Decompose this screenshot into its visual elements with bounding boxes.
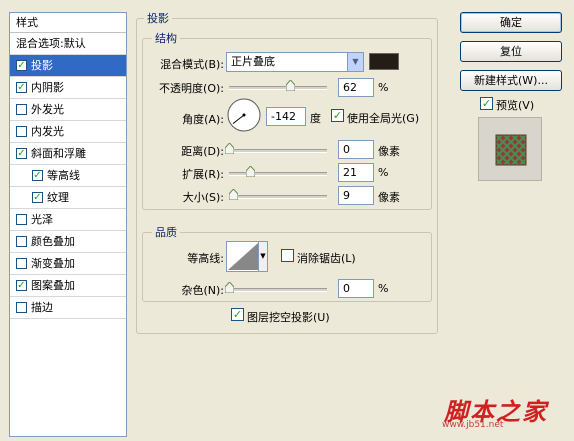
contour-label: 等高线: xyxy=(187,252,224,265)
new-style-button[interactable]: 新建样式(W)... xyxy=(460,70,562,91)
blend-mode-select[interactable]: 正片叠底 ▼ xyxy=(226,52,364,72)
style-item-checkbox[interactable] xyxy=(16,214,27,225)
style-item-label: 渐变叠加 xyxy=(31,257,75,270)
style-item[interactable]: 描边 xyxy=(10,297,126,319)
opacity-input[interactable]: 62 xyxy=(338,78,374,97)
preview-label: 预览(V) xyxy=(496,99,535,112)
style-item-checkbox[interactable]: ✓ xyxy=(16,60,27,71)
style-item[interactable]: 外发光 xyxy=(10,99,126,121)
style-item[interactable]: 混合选项:默认 xyxy=(10,33,126,55)
styles-list-header: 样式 xyxy=(10,13,126,33)
style-item-label: 图案叠加 xyxy=(31,279,75,292)
style-preview-swatch xyxy=(495,134,527,166)
antialias-checkbox[interactable] xyxy=(281,249,294,262)
quality-title: 品质 xyxy=(152,224,180,240)
style-item-label: 混合选项:默认 xyxy=(16,37,86,50)
style-item-checkbox[interactable] xyxy=(16,104,27,115)
noise-slider-thumb[interactable] xyxy=(225,282,234,293)
spread-label: 扩展(R): xyxy=(182,168,224,181)
reset-button[interactable]: 复位 xyxy=(460,41,562,62)
style-item-label: 等高线 xyxy=(47,169,80,182)
style-preview-box xyxy=(478,117,542,181)
contour-preview-icon xyxy=(228,243,258,270)
global-light-checkbox[interactable]: ✓ xyxy=(331,109,344,122)
size-label: 大小(S): xyxy=(182,191,224,204)
style-item-label: 投影 xyxy=(31,59,53,72)
noise-input[interactable]: 0 xyxy=(338,279,374,298)
distance-slider[interactable] xyxy=(229,149,327,153)
blend-mode-value: 正片叠底 xyxy=(231,55,275,68)
structure-title: 结构 xyxy=(152,30,180,46)
angle-input[interactable]: -142 xyxy=(266,107,306,126)
style-item-checkbox[interactable]: ✓ xyxy=(16,280,27,291)
style-item[interactable]: 颜色叠加 xyxy=(10,231,126,253)
angle-dial[interactable] xyxy=(226,97,262,133)
size-input[interactable]: 9 xyxy=(338,186,374,205)
knockout-checkbox[interactable]: ✓ xyxy=(231,308,244,321)
style-item-label: 颜色叠加 xyxy=(31,235,75,248)
opacity-slider[interactable] xyxy=(229,86,327,90)
shadow-color-swatch[interactable] xyxy=(369,53,399,70)
contour-dropdown-arrow[interactable]: ▼ xyxy=(258,242,267,271)
spread-unit: % xyxy=(378,166,389,179)
style-item[interactable]: 光泽 xyxy=(10,209,126,231)
blend-mode-label: 混合模式(B): xyxy=(160,58,224,71)
watermark-url: www.jb51.net xyxy=(442,420,504,430)
knockout-label: 图层挖空投影(U) xyxy=(247,311,330,324)
styles-list: 样式 混合选项:默认 ✓ 投影 ✓ 内阴影外发光内发光 ✓ 斜面和浮雕 ✓ 等高线 ✓ 纹理光泽颜色… xyxy=(9,12,127,437)
antialias-label: 消除锯齿(L) xyxy=(297,252,356,265)
distance-unit: 像素 xyxy=(378,145,400,158)
style-item-label: 光泽 xyxy=(31,213,53,226)
style-item-checkbox[interactable]: ✓ xyxy=(32,170,43,181)
style-item-checkbox[interactable]: ✓ xyxy=(16,82,27,93)
size-slider[interactable] xyxy=(229,195,327,199)
style-item-checkbox[interactable] xyxy=(16,126,27,137)
opacity-slider-thumb[interactable] xyxy=(285,80,295,91)
style-item[interactable]: ✓ 纹理 xyxy=(10,187,126,209)
distance-label: 距离(D): xyxy=(181,145,224,158)
style-item-label: 斜面和浮雕 xyxy=(31,147,86,160)
style-item-label: 描边 xyxy=(31,301,53,314)
angle-unit: 度 xyxy=(310,112,321,125)
style-item-label: 内阴影 xyxy=(31,81,64,94)
style-item[interactable]: ✓ 内阴影 xyxy=(10,77,126,99)
size-unit: 像素 xyxy=(378,191,400,204)
contour-picker[interactable]: ▼ xyxy=(226,241,268,272)
opacity-label: 不透明度(O): xyxy=(159,82,224,95)
style-item-label: 外发光 xyxy=(31,103,64,116)
noise-label: 杂色(N): xyxy=(181,284,224,297)
styles-list-items: 混合选项:默认 ✓ 投影 ✓ 内阴影外发光内发光 ✓ 斜面和浮雕 ✓ 等高线 ✓ 纹理光泽颜色叠加渐… xyxy=(10,33,126,319)
style-item-checkbox[interactable]: ✓ xyxy=(32,192,43,203)
style-item-label: 纹理 xyxy=(47,191,69,204)
noise-slider[interactable] xyxy=(229,288,327,292)
distance-slider-thumb[interactable] xyxy=(225,143,234,154)
style-item[interactable]: ✓ 投影 xyxy=(10,55,126,77)
preview-checkbox[interactable]: ✓ xyxy=(480,97,493,110)
size-slider-thumb[interactable] xyxy=(228,189,238,200)
distance-input[interactable]: 0 xyxy=(338,140,374,159)
spread-input[interactable]: 21 xyxy=(338,163,374,182)
ok-button[interactable]: 确定 xyxy=(460,12,562,33)
style-item-checkbox[interactable] xyxy=(16,258,27,269)
spread-slider-thumb[interactable] xyxy=(245,166,255,177)
opacity-unit: % xyxy=(378,81,389,94)
style-item-label: 内发光 xyxy=(31,125,64,138)
spread-slider[interactable] xyxy=(229,172,327,176)
global-light-label: 使用全局光(G) xyxy=(347,112,420,125)
style-item[interactable]: ✓ 斜面和浮雕 xyxy=(10,143,126,165)
style-item[interactable]: ✓ 等高线 xyxy=(10,165,126,187)
style-item[interactable]: ✓ 图案叠加 xyxy=(10,275,126,297)
drop-shadow-title: 投影 xyxy=(144,10,172,26)
style-item-checkbox[interactable] xyxy=(16,236,27,247)
style-item-checkbox[interactable] xyxy=(16,302,27,313)
style-item-checkbox[interactable]: ✓ xyxy=(16,148,27,159)
noise-unit: % xyxy=(378,282,389,295)
chevron-down-icon: ▼ xyxy=(347,53,363,71)
angle-label: 角度(A): xyxy=(182,113,224,126)
style-item[interactable]: 内发光 xyxy=(10,121,126,143)
style-item[interactable]: 渐变叠加 xyxy=(10,253,126,275)
